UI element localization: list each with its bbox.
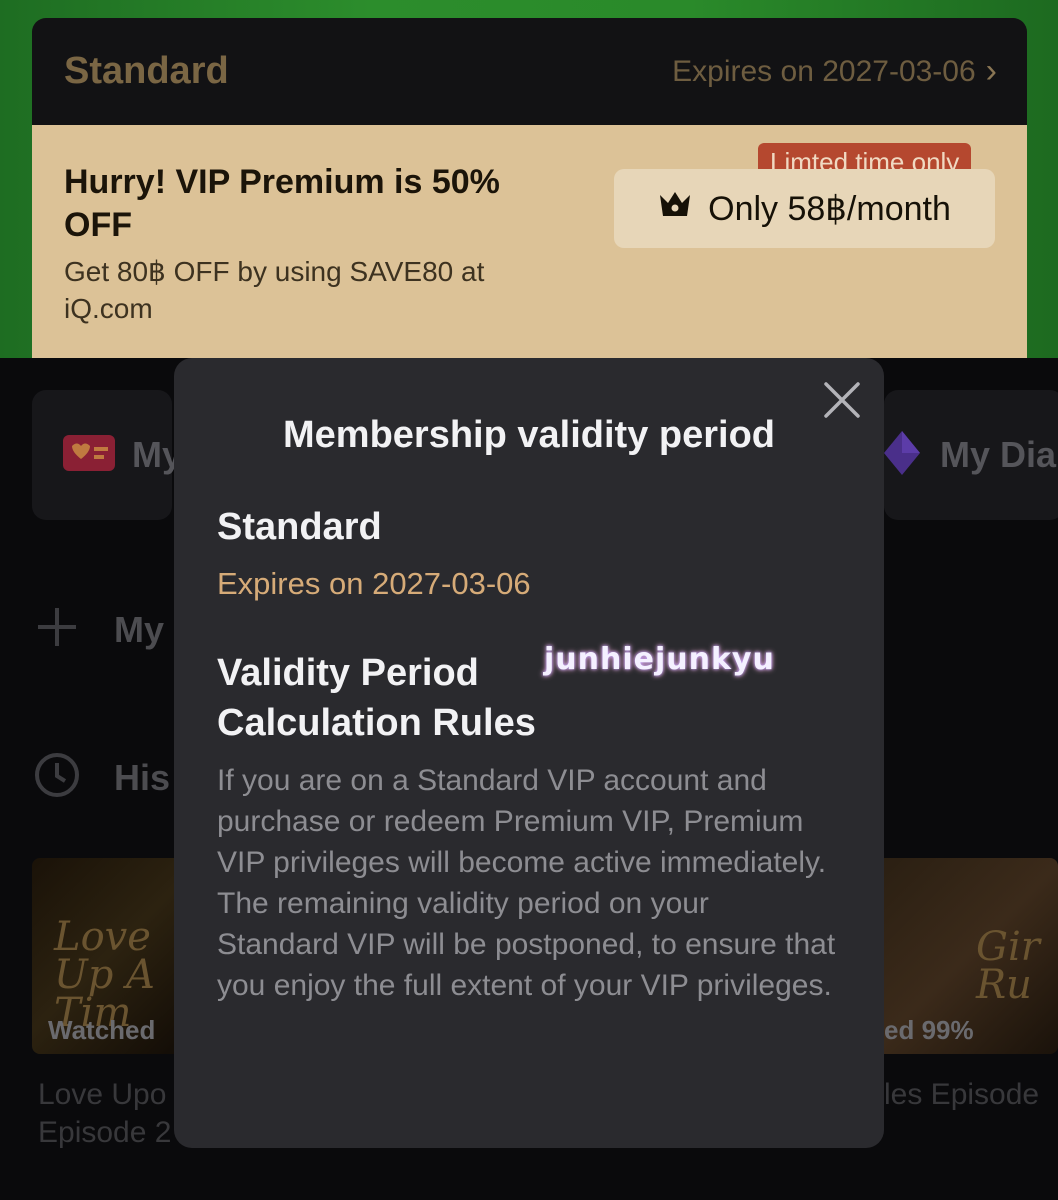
history-caption-right[interactable]: les Episode <box>884 1076 1058 1114</box>
quick-card-right-label: My Dia <box>940 434 1057 475</box>
clock-icon <box>34 752 80 803</box>
watched-progress: ed 99% <box>884 1015 974 1045</box>
membership-tier: Standard <box>217 506 382 548</box>
promo-title: Hurry! VIP Premium is 50% OFF <box>64 163 500 244</box>
membership-expiry: Expires on 2027-03-06 <box>217 566 531 601</box>
thumbnail-title-art: Gir Ru <box>976 924 1040 1008</box>
rules-heading: Validity Period Calculation Rules <box>217 652 536 744</box>
rules-text: If you are on a Standard VIP account and… <box>217 764 836 1002</box>
vip-tier-label: Standard <box>64 50 229 92</box>
quick-card-left[interactable]: My <box>32 390 182 520</box>
promo-subtitle: Get 80฿ OFF by using SAVE80 at iQ.com <box>64 256 485 324</box>
add-list-label: My <box>114 608 165 650</box>
history-label: His <box>114 756 171 798</box>
diamond-icon <box>884 430 920 480</box>
vip-membership-card[interactable]: Standard Expires on 2027-03-06 › Hurry! … <box>32 18 1027 358</box>
watched-progress: Watched <box>48 1015 156 1045</box>
vip-expiry-text: Expires on 2027-03-06 <box>672 54 976 88</box>
vip-card-header[interactable]: Standard Expires on 2027-03-06 › <box>32 18 1027 125</box>
chevron-right-icon: › <box>985 52 997 90</box>
promo-banner[interactable]: Hurry! VIP Premium is 50% OFF Get 80฿ OF… <box>32 125 1027 358</box>
history-row[interactable]: His <box>34 752 170 803</box>
modal-title: Membership validity period <box>283 414 775 456</box>
crown-icon <box>658 189 692 228</box>
card-icon <box>62 434 116 477</box>
watermark: junhiejunkyu <box>544 642 775 677</box>
buy-premium-button[interactable]: Only 58฿/month <box>614 169 995 248</box>
add-list-row[interactable]: My <box>34 604 164 655</box>
price-label: Only 58฿/month <box>708 189 951 228</box>
plus-icon <box>34 604 80 655</box>
history-thumbnail-left[interactable]: Love Up A Tim Watched <box>32 858 182 1054</box>
history-thumbnail-right[interactable]: Gir Ru ed 99% <box>876 858 1058 1054</box>
validity-period-modal: Membership validity period Standard Expi… <box>174 358 884 1148</box>
history-caption-left[interactable]: Love Upo Episode 2 <box>38 1076 178 1152</box>
vip-expiry-link[interactable]: Expires on 2027-03-06 › <box>672 52 997 91</box>
quick-card-right[interactable]: My Dia <box>884 390 1058 520</box>
